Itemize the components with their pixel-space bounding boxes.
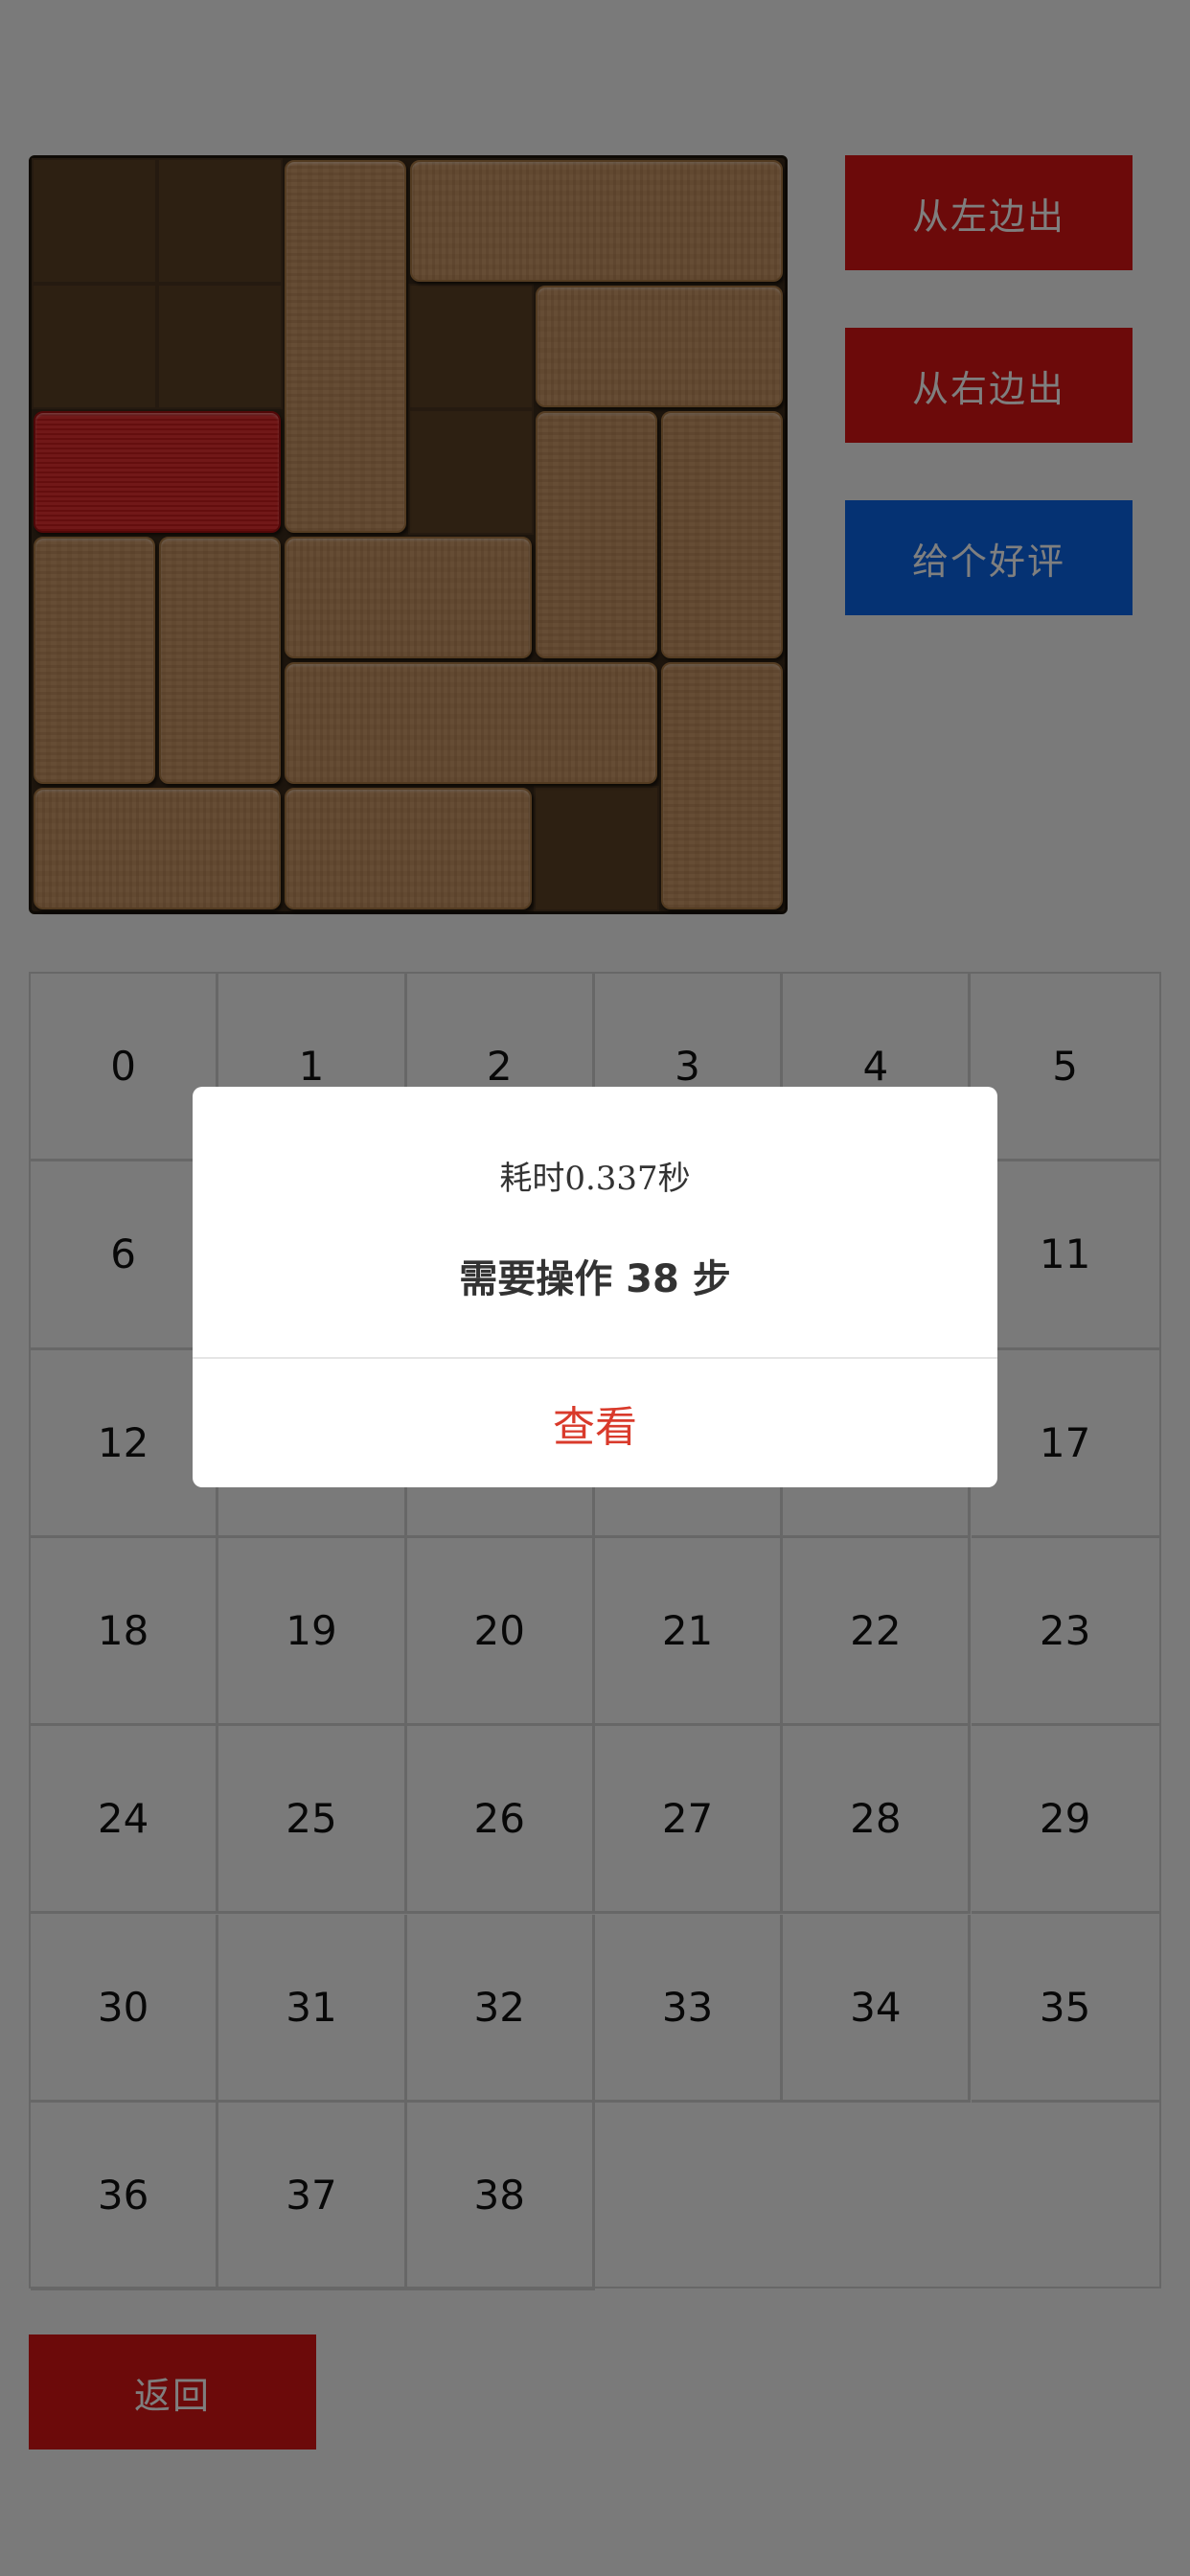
steps-required-message: 需要操作 38 步 — [459, 1257, 731, 1301]
view-button[interactable]: 查看 — [193, 1359, 997, 1487]
result-dialog: 耗时0.337秒 需要操作 38 步 查看 — [193, 1087, 997, 1487]
elapsed-time-text: 耗时0.337秒 — [499, 1160, 691, 1198]
